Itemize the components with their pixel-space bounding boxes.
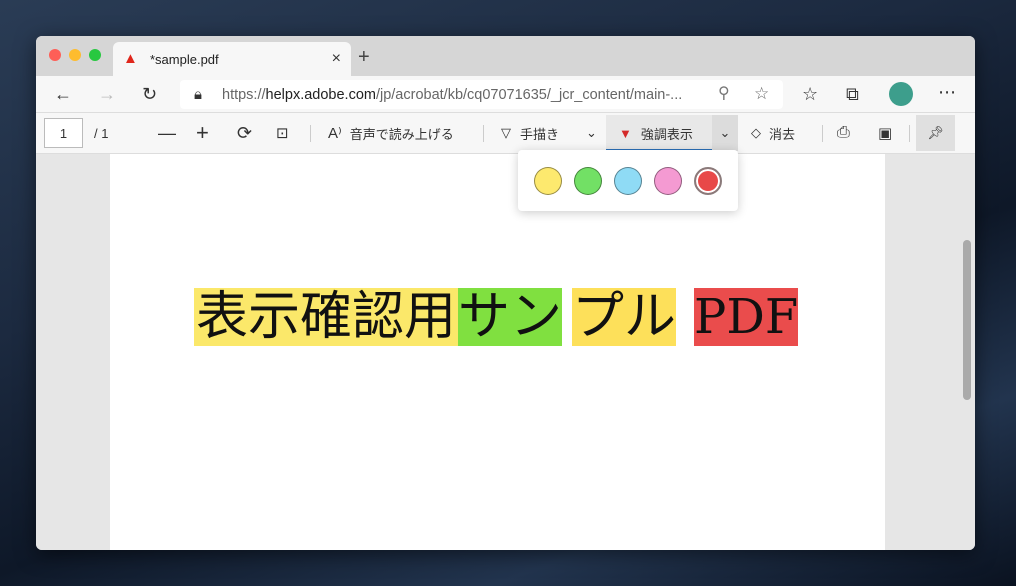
collections-icon[interactable]: ⧉ (846, 84, 859, 104)
pin-toolbar-icon[interactable]: 📌︎ (916, 115, 955, 151)
close-tab-icon[interactable]: × (332, 50, 341, 68)
address-bar-row: ← → ↻ 🔒︎ https://helpx.adobe.com/jp/acro… (36, 76, 975, 113)
adobe-icon: ▲ (123, 50, 138, 67)
tab-bar: ▲ *sample.pdf × + (36, 36, 975, 76)
color-swatch-yellow[interactable] (534, 167, 562, 195)
zoom-in-button[interactable]: + (196, 113, 209, 153)
highlight-color-chevron-icon[interactable]: ⌄ (712, 115, 738, 151)
highlighted-text-line: 表示確認用 サン プル PDF (194, 282, 799, 346)
page-total: / 1 (94, 125, 109, 141)
zoom-out-icon[interactable]: ⚲ (718, 84, 730, 104)
color-swatch-blue[interactable] (614, 167, 642, 195)
fit-width-icon[interactable]: ⊡ (276, 113, 289, 153)
highlight-segment[interactable]: プル (572, 288, 677, 346)
pdf-viewer: 表示確認用 サン プル PDF (36, 154, 975, 550)
favorite-star-icon[interactable]: ☆ (754, 84, 769, 104)
color-swatch-green[interactable] (574, 167, 602, 195)
eraser-icon: ◇ (751, 125, 761, 140)
profile-avatar[interactable] (889, 82, 913, 106)
highlight-segment[interactable]: PDF (694, 288, 799, 346)
highlight-segment[interactable]: 表示確認用 (194, 288, 459, 346)
print-icon[interactable]: ⎙ (837, 113, 850, 153)
browser-window: ▲ *sample.pdf × + ← → ↻ 🔒︎ https://helpx… (36, 36, 975, 550)
save-icon[interactable]: ▣ (878, 113, 892, 153)
color-swatch-red[interactable] (694, 167, 722, 195)
erase-label: 消去 (769, 126, 796, 142)
favorites-icon[interactable]: ☆ (802, 84, 818, 104)
draw-options-chevron-icon[interactable]: ⌄ (586, 113, 597, 153)
new-tab-button[interactable]: + (358, 46, 370, 69)
back-icon[interactable]: ← (54, 84, 72, 104)
erase-button[interactable]: ◇ 消去 (751, 113, 795, 153)
url-path: /jp/acrobat/kb/cq07071635/_jcr_content/m… (375, 86, 683, 103)
url-input[interactable]: 🔒︎ https://helpx.adobe.com/jp/acrobat/kb… (180, 80, 783, 109)
close-window-button[interactable] (49, 49, 61, 61)
pen-icon: ▽ (501, 125, 511, 140)
color-swatch-pink[interactable] (654, 167, 682, 195)
rotate-icon[interactable]: ⟳ (237, 113, 252, 153)
draw-label: 手描き (520, 126, 560, 142)
highlight-label: 強調表示 (640, 126, 693, 142)
read-aloud-icon: A⁾ (328, 125, 342, 142)
more-icon[interactable]: ⋯ (938, 82, 956, 102)
refresh-icon[interactable]: ↻ (142, 84, 157, 104)
read-aloud-label: 音声で読み上げる (349, 126, 454, 142)
pdf-toolbar: 1 / 1 — + ⟳ ⊡ A⁾ 音声で読み上げる ▽ 手描き ⌄ ▼ 強調表示 ⌄ … (36, 113, 975, 154)
minimize-window-button[interactable] (69, 49, 81, 61)
tab-sample-pdf[interactable]: ▲ *sample.pdf × (113, 42, 351, 76)
tab-title: *sample.pdf (150, 51, 219, 67)
zoom-window-button[interactable] (89, 49, 101, 61)
page-number-input[interactable]: 1 (44, 118, 83, 148)
highlight-color-picker (518, 150, 738, 211)
read-aloud-button[interactable]: A⁾ 音声で読み上げる (328, 113, 454, 153)
url-prefix: https:// (222, 86, 266, 103)
url-host: helpx.adobe.com (265, 86, 376, 103)
pdf-page: 表示確認用 サン プル PDF (110, 154, 885, 550)
highlight-button[interactable]: ▼ 強調表示 (619, 113, 693, 153)
highlight-segment[interactable]: サン (458, 288, 563, 346)
forward-icon[interactable]: → (98, 84, 116, 104)
highlighter-icon: ▼ (619, 125, 632, 141)
zoom-out-button[interactable]: — (158, 113, 176, 153)
vertical-scrollbar[interactable] (963, 240, 971, 400)
draw-button[interactable]: ▽ 手描き (501, 113, 559, 153)
lock-icon: 🔒︎ (194, 86, 202, 103)
